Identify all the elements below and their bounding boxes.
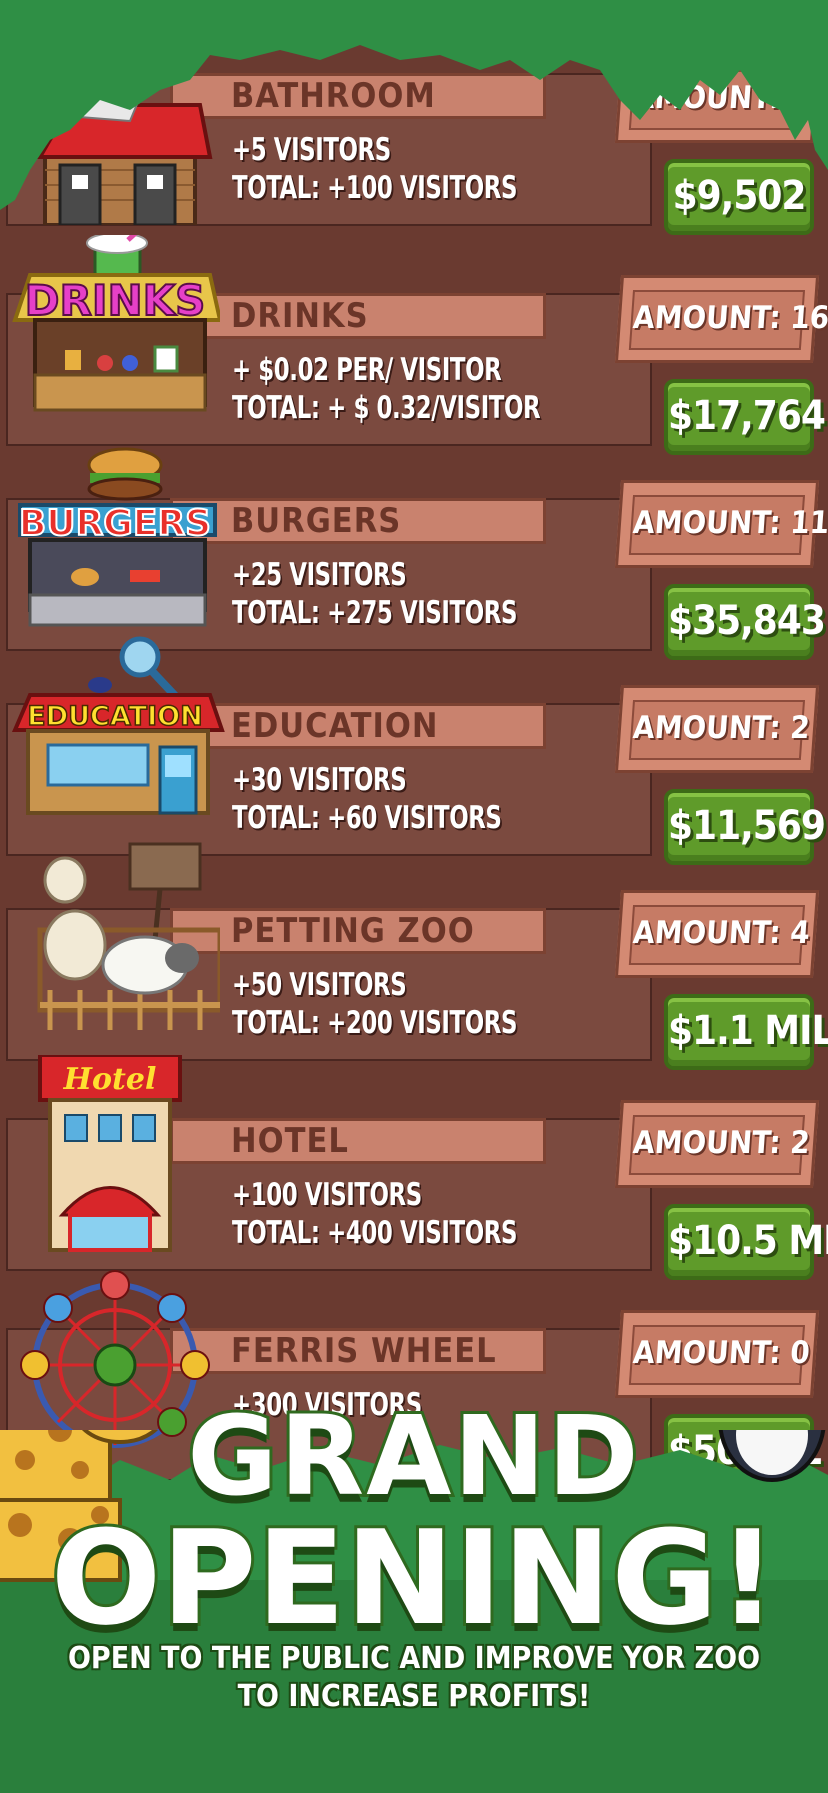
row-stat-line1: + $0.02 PER/ VISITOR <box>232 352 502 388</box>
shop-row-drinks: DRINKS + $0.02 PER/ VISITOR TOTAL: + $ 0… <box>0 235 828 460</box>
grand-title-line1: GRAND <box>184 1389 642 1523</box>
hotel-icon: Hotel <box>38 1055 182 1252</box>
game-screen: BATHROOM +5 VISITORS TOTAL: +100 VISITOR… <box>0 0 828 1793</box>
education-building-icon: EDUCATION <box>11 636 225 815</box>
row-stats: +50 VISITORS TOTAL: +200 VISITORS <box>232 966 517 1042</box>
buy-burgers-button[interactable]: $35,843 <box>664 584 826 660</box>
grass-edge <box>0 0 828 210</box>
row-stat-line2: TOTAL: +275 VISITORS <box>232 595 518 631</box>
amount-label: AMOUNT: 11 <box>628 495 828 555</box>
row-stats: + $0.02 PER/ VISITOR TOTAL: + $ 0.32/VIS… <box>232 351 541 427</box>
shop-row-hotel: HOTEL +100 VISITORS TOTAL: +400 VISITORS… <box>0 1055 828 1285</box>
amount-tab: AMOUNT: 16 <box>614 275 828 363</box>
amount-label: AMOUNT: 16 <box>628 290 828 350</box>
petting-zoo-icon <box>37 842 220 1030</box>
row-stat-line1: +100 VISITORS <box>232 1177 422 1213</box>
row-name: EDUCATION <box>170 703 546 749</box>
row-name: DRINKS <box>170 293 546 339</box>
amount-label: AMOUNT: 2 <box>628 1115 811 1175</box>
buy-education-button[interactable]: $11,569 <box>664 789 826 865</box>
row-stat-line1: +50 VISITORS <box>232 967 407 1003</box>
amount-tab: AMOUNT: 2 <box>614 1100 820 1188</box>
row-stat-line2: TOTAL: +400 VISITORS <box>232 1215 518 1251</box>
banner-subtitle: OPEN TO THE PUBLIC AND IMPROVE YOR ZOO T… <box>0 1640 828 1716</box>
burgers-stand-icon: BURGERS <box>18 447 217 627</box>
amount-tab: AMOUNT: 2 <box>614 685 820 773</box>
burgers-sign-text: BURGERS <box>19 503 211 544</box>
amount-tab: AMOUNT: 0 <box>614 1310 820 1398</box>
education-sign-text: EDUCATION <box>27 701 202 732</box>
shop-row-petting-zoo: PETTING ZOO +50 VISITORS TOTAL: +200 VIS… <box>0 842 828 1075</box>
row-name: PETTING ZOO <box>170 908 546 954</box>
amount-tab: AMOUNT: 4 <box>614 890 820 978</box>
row-stat-line1: +30 VISITORS <box>232 762 407 798</box>
row-name: BURGERS <box>170 498 546 544</box>
row-stats: +30 VISITORS TOTAL: +60 VISITORS <box>232 761 502 837</box>
row-name: HOTEL <box>170 1118 546 1164</box>
hotel-sign-text: Hotel <box>63 1062 157 1097</box>
row-name: FERRIS WHEEL <box>170 1328 546 1374</box>
banner-subtitle-line2: TO INCREASE PROFITS! <box>237 1679 591 1714</box>
buy-petting-zoo-button[interactable]: $1.1 MIL <box>664 994 828 1070</box>
amount-tab: AMOUNT: 11 <box>614 480 828 568</box>
grand-title-line2: OPENING! <box>48 1499 781 1657</box>
buy-hotel-button[interactable]: $10.5 MIL <box>664 1204 828 1280</box>
amount-label: AMOUNT: 2 <box>628 700 811 760</box>
amount-label: AMOUNT: 4 <box>628 905 811 965</box>
row-stat-line1: +25 VISITORS <box>232 557 407 593</box>
amount-label: AMOUNT: 0 <box>628 1325 811 1385</box>
drinks-sign-text: DRINKS <box>25 276 206 325</box>
banner-subtitle-line1: OPEN TO THE PUBLIC AND IMPROVE YOR ZOO <box>67 1641 761 1676</box>
drinks-stand-icon: DRINKS <box>12 235 220 412</box>
buy-drinks-button[interactable]: $17,764 <box>664 379 826 455</box>
row-stats: +25 VISITORS TOTAL: +275 VISITORS <box>232 556 517 632</box>
row-stats: +100 VISITORS TOTAL: +400 VISITORS <box>232 1176 517 1252</box>
row-stat-line2: TOTAL: +200 VISITORS <box>232 1005 518 1041</box>
row-stat-line2: TOTAL: +60 VISITORS <box>232 800 502 836</box>
row-stat-line2: TOTAL: + $ 0.32/VISITOR <box>232 390 541 426</box>
